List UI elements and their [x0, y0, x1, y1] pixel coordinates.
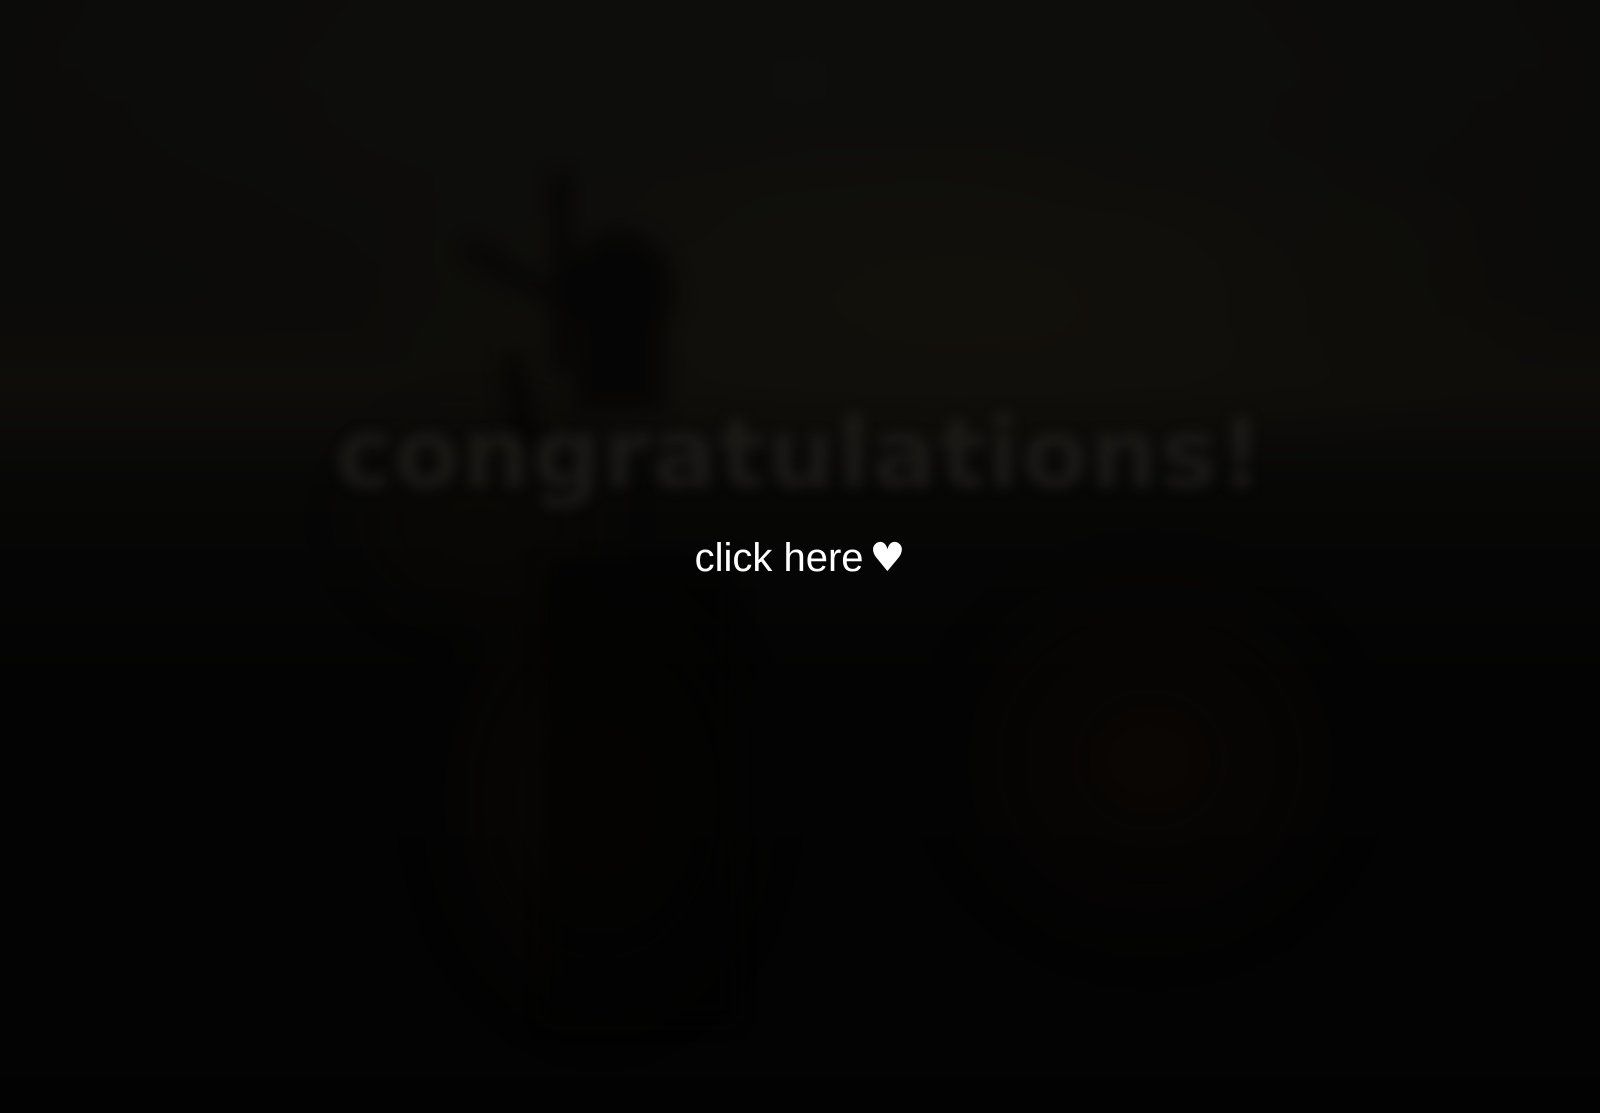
click-here-button[interactable]: click here ♥ [600, 528, 1000, 588]
heart-icon: ♥ [869, 535, 906, 581]
click-here-label: click here [694, 536, 864, 580]
landing-screen: congratulations! click here ♥ [0, 0, 1600, 1113]
